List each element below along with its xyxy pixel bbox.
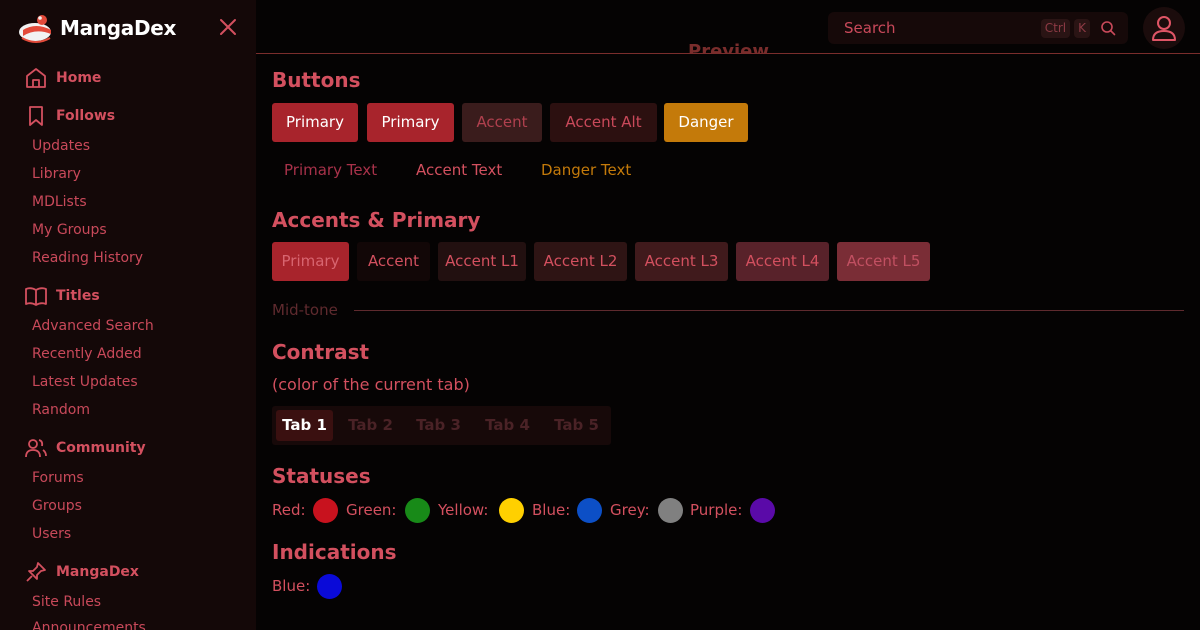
primary-button-2[interactable]: Primary	[367, 103, 454, 142]
sidebar: MangaDex Home Follows Updates Library MD…	[0, 0, 256, 630]
status-label-blue: Blue:	[532, 501, 571, 519]
search-input[interactable]: Search	[844, 19, 1041, 37]
close-icon[interactable]	[217, 16, 239, 38]
tab-2[interactable]: Tab 2	[341, 410, 400, 441]
primary-text-button[interactable]: Primary Text	[284, 159, 377, 181]
home-icon	[26, 68, 46, 88]
sidebar-item-groups[interactable]: Groups	[32, 496, 82, 516]
tab-1[interactable]: Tab 1	[276, 410, 333, 441]
danger-text-button[interactable]: Danger Text	[541, 159, 631, 181]
sidebar-section-label: Community	[56, 440, 146, 456]
sidebar-item-latest-updates[interactable]: Latest Updates	[32, 372, 138, 392]
accent-swatch-l1[interactable]: Accent L1	[438, 242, 526, 281]
status-label-red: Red:	[272, 501, 306, 519]
accents-heading: Accents & Primary	[272, 208, 481, 232]
bookmark-icon	[29, 106, 43, 126]
sidebar-item-updates[interactable]: Updates	[32, 136, 90, 156]
sidebar-item-site-rules[interactable]: Site Rules	[32, 592, 101, 612]
sidebar-section-label: MangaDex	[56, 564, 139, 580]
sidebar-item-reading-history[interactable]: Reading History	[32, 248, 143, 268]
search-bar[interactable]: Search Ctrl K	[828, 12, 1128, 44]
brand[interactable]: MangaDex	[18, 12, 176, 44]
accent-button[interactable]: Accent	[462, 103, 542, 142]
accent-swatch-l2[interactable]: Accent L2	[534, 242, 627, 281]
tab-5[interactable]: Tab 5	[546, 410, 607, 441]
accent-swatch-primary[interactable]: Primary	[272, 242, 349, 281]
status-dot-green	[405, 498, 430, 523]
sidebar-item-users[interactable]: Users	[32, 524, 71, 544]
indication-label-blue: Blue:	[272, 577, 311, 595]
sidebar-item-library[interactable]: Library	[32, 164, 81, 184]
tab-bar: Tab 1 Tab 2 Tab 3 Tab 4 Tab 5	[272, 406, 611, 445]
accent-swatch-l5[interactable]: Accent L5	[837, 242, 930, 281]
sidebar-item-advanced-search[interactable]: Advanced Search	[32, 316, 154, 336]
sidebar-section-follows[interactable]: Follows	[24, 103, 115, 129]
book-icon	[25, 287, 47, 306]
sidebar-section-label: Titles	[56, 288, 100, 304]
avatar[interactable]	[1143, 7, 1185, 49]
sidebar-item-mdlists[interactable]: MDLists	[32, 192, 87, 212]
accent-swatch-accent[interactable]: Accent	[357, 242, 430, 281]
sidebar-section-community[interactable]: Community	[24, 435, 146, 461]
users-icon	[25, 439, 47, 458]
search-icon[interactable]	[1100, 20, 1116, 36]
contrast-heading: Contrast	[272, 340, 370, 364]
statuses-heading: Statuses	[272, 464, 371, 488]
danger-button[interactable]: Danger	[664, 103, 748, 142]
tab-4[interactable]: Tab 4	[477, 410, 538, 441]
pin-icon	[26, 562, 46, 582]
kbd-k: K	[1074, 18, 1090, 38]
accent-alt-button[interactable]: Accent Alt	[550, 103, 657, 142]
midtone-label: Mid-tone	[272, 301, 338, 319]
status-dot-red	[313, 498, 338, 523]
sidebar-item-announcements[interactable]: Announcements	[32, 618, 146, 630]
kbd-ctrl: Ctrl	[1040, 18, 1071, 38]
brand-name: MangaDex	[60, 16, 177, 40]
preview-heading: Preview	[688, 41, 770, 54]
status-dot-grey	[658, 498, 683, 523]
accent-swatch-l3[interactable]: Accent L3	[635, 242, 728, 281]
user-icon	[1152, 16, 1176, 41]
sidebar-section-label: Follows	[56, 108, 116, 124]
accent-text-button[interactable]: Accent Text	[416, 159, 502, 181]
primary-button[interactable]: Primary	[272, 103, 358, 142]
status-label-purple: Purple:	[690, 501, 743, 519]
sidebar-section-home[interactable]: Home	[24, 65, 101, 91]
accent-swatch-l4[interactable]: Accent L4	[736, 242, 829, 281]
sidebar-item-forums[interactable]: Forums	[32, 468, 84, 488]
indication-dot-blue	[317, 574, 342, 599]
sidebar-item-random[interactable]: Random	[32, 400, 90, 420]
sidebar-section-label: Home	[56, 70, 102, 86]
status-dot-blue	[577, 498, 602, 523]
status-label-grey: Grey:	[610, 501, 650, 519]
sidebar-section-mangadex[interactable]: MangaDex	[24, 559, 139, 585]
status-dot-yellow	[499, 498, 524, 523]
buttons-heading: Buttons	[272, 68, 361, 92]
sidebar-item-my-groups[interactable]: My Groups	[32, 220, 107, 240]
contrast-subtitle: (color of the current tab)	[272, 375, 470, 394]
sidebar-section-titles[interactable]: Titles	[24, 283, 100, 309]
status-label-yellow: Yellow:	[438, 501, 489, 519]
indications-heading: Indications	[272, 540, 397, 564]
status-label-green: Green:	[346, 501, 397, 519]
midtone-divider	[354, 310, 1184, 311]
status-dot-purple	[750, 498, 775, 523]
tab-3[interactable]: Tab 3	[408, 410, 469, 441]
mangadex-logo-icon	[19, 15, 51, 43]
sidebar-item-recently-added[interactable]: Recently Added	[32, 344, 142, 364]
